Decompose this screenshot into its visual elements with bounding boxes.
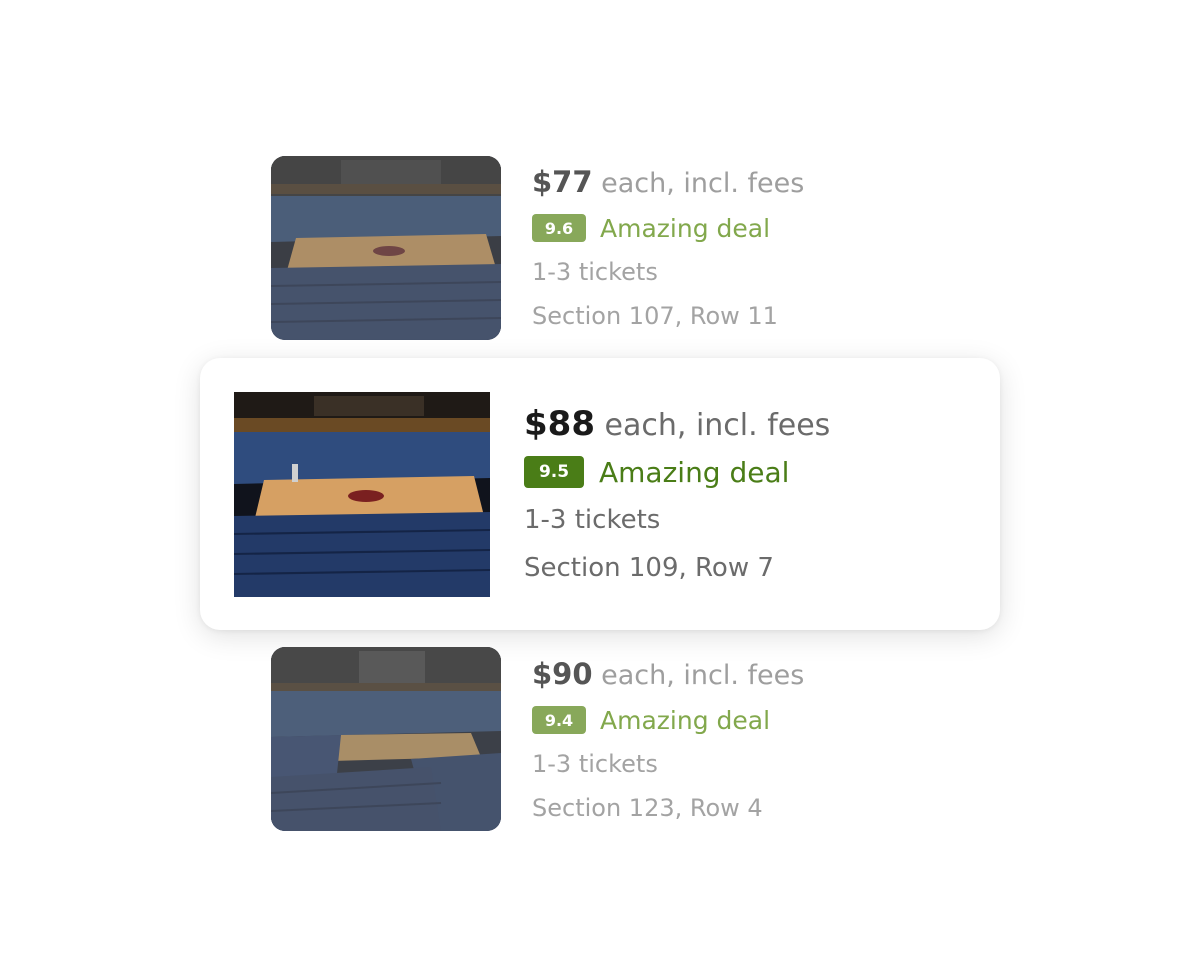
listing-info: $90 each, incl. fees 9.4 Amazing deal 1-… (532, 654, 804, 828)
deal-label: Amazing deal (600, 705, 771, 735)
arena-court-view-icon (271, 647, 501, 831)
deal-line: 9.4 Amazing deal (532, 700, 804, 740)
ticket-listing-3[interactable]: $90 each, incl. fees 9.4 Amazing deal 1-… (0, 0, 1200, 840)
price-suffix: each, incl. fees (601, 660, 805, 691)
deal-score-badge: 9.4 (532, 706, 586, 734)
ticket-quantity: 1-3 tickets (532, 750, 658, 778)
price: $90 (532, 657, 593, 691)
price-line: $90 each, incl. fees (532, 654, 804, 694)
seat-location: Section 123, Row 4 (532, 794, 763, 822)
